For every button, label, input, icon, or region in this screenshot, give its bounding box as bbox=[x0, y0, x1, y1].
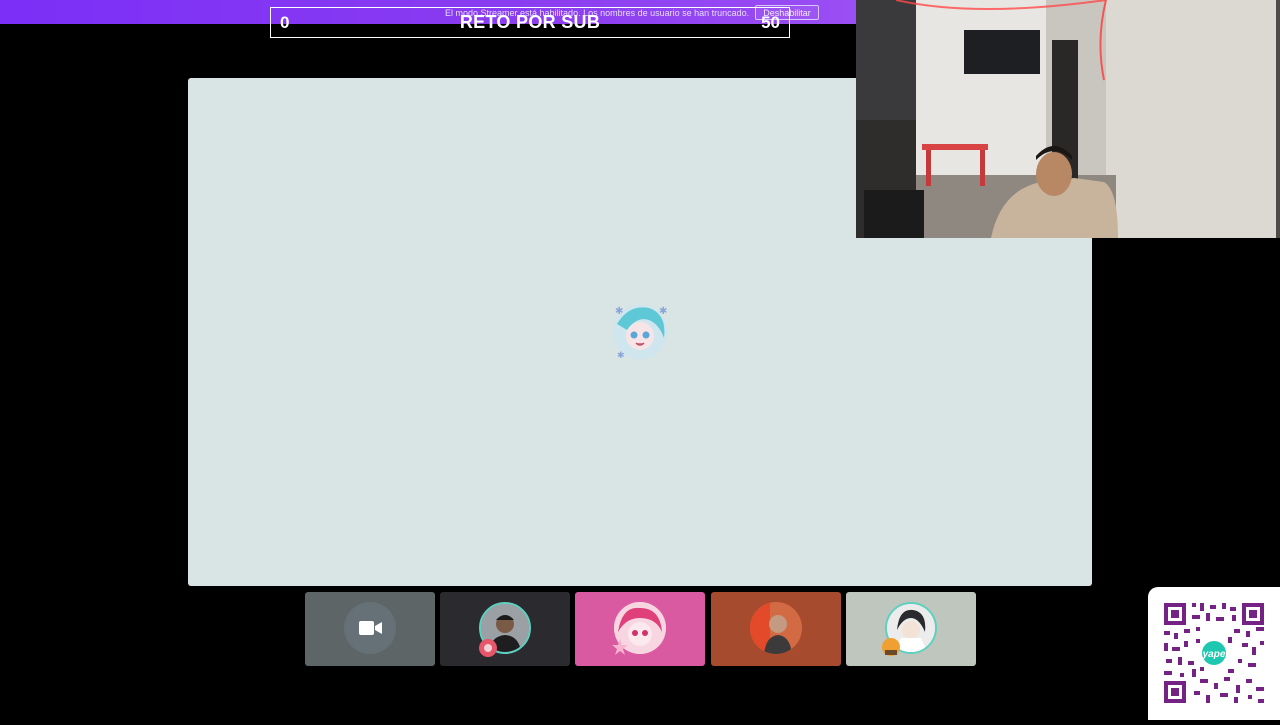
qr-brand-label: yape bbox=[1202, 649, 1226, 660]
participant-tile[interactable] bbox=[846, 592, 976, 666]
participant-tile[interactable] bbox=[305, 592, 435, 666]
user-avatar-icon bbox=[750, 602, 802, 654]
anime-avatar-icon: ✱ ✱ ✱ bbox=[609, 302, 671, 362]
goal-target-count: 50 bbox=[761, 13, 780, 32]
badge-icon bbox=[882, 638, 900, 656]
participant-strip bbox=[0, 592, 1280, 666]
badge-icon bbox=[479, 639, 497, 657]
star-icon bbox=[612, 639, 628, 655]
participant-tile[interactable] bbox=[440, 592, 570, 666]
qr-code-icon: yape bbox=[1164, 603, 1264, 703]
svg-text:✱: ✱ bbox=[617, 350, 625, 360]
qr-code-card: yape bbox=[1148, 587, 1280, 720]
svg-text:✱: ✱ bbox=[659, 306, 667, 317]
webcam-feed bbox=[856, 0, 1280, 238]
svg-text:✱: ✱ bbox=[615, 306, 623, 317]
sub-goal-overlay: 0 RETO POR SUB 50 bbox=[270, 7, 790, 38]
goal-title: RETO POR SUB bbox=[459, 12, 601, 32]
participant-tile[interactable] bbox=[711, 592, 841, 666]
camera-icon bbox=[359, 621, 382, 635]
participant-tile[interactable] bbox=[575, 592, 705, 666]
